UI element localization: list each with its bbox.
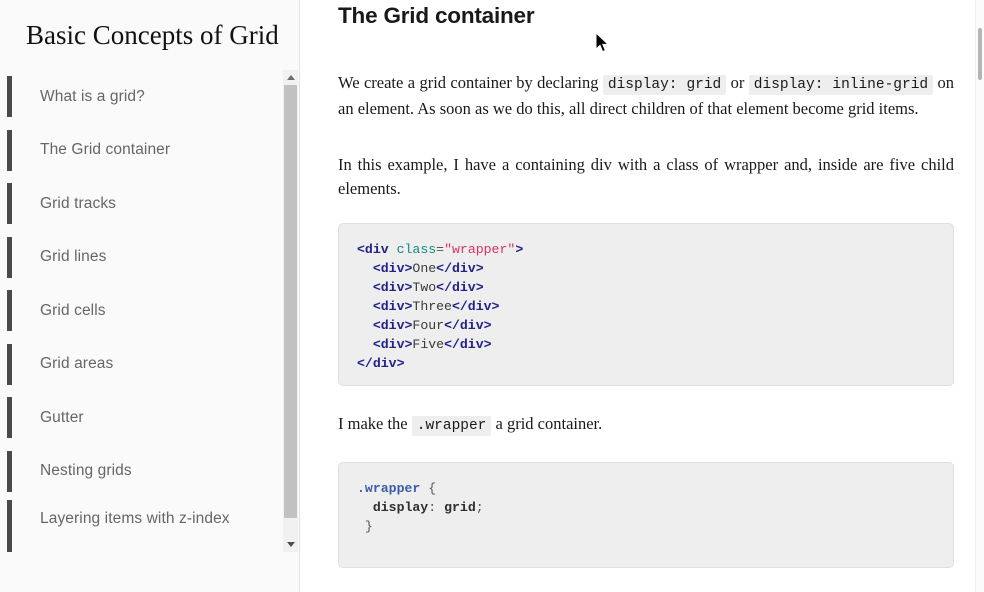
sidebar-item-grid-areas[interactable]: Grid areas <box>0 338 286 392</box>
code-token-tag: </div> <box>436 261 484 276</box>
sidebar-item-accent-bar <box>7 236 12 278</box>
sidebar-item-label: Grid lines <box>40 248 107 266</box>
code-token-txt: Five <box>412 337 445 352</box>
sidebar-item-accent-bar <box>7 76 12 117</box>
code-block-html[interactable]: <div class="wrapper"> <div>One</div> <di… <box>338 223 954 386</box>
paragraph-wrapper-text-1: I make the <box>338 414 412 433</box>
sidebar-item-label: Layering items with z-index <box>40 510 230 527</box>
code-token-tag: <div> <box>372 318 413 333</box>
inline-code-display-grid: display: grid <box>602 75 727 95</box>
paragraph-intro-text-2: or <box>726 73 749 92</box>
sidebar-item-label: Nesting grids <box>40 462 132 480</box>
sidebar-item-label: What is a grid? <box>40 87 145 105</box>
sidebar-title: Basic Concepts of Grid <box>26 20 279 50</box>
sidebar-scrollbar[interactable] <box>283 70 298 552</box>
code-token-val: grid <box>444 500 476 515</box>
code-token-str: "wrapper" <box>444 242 516 257</box>
code-token-txt: One <box>412 261 437 276</box>
inline-code-wrapper: .wrapper <box>411 416 492 436</box>
sidebar-item-nesting-grids[interactable]: Nesting grids <box>0 445 286 499</box>
code-token-punc: { <box>428 481 437 496</box>
page-root: Basic Concepts of Grid What is a grid? Th… <box>0 0 984 592</box>
sidebar-item-accent-bar <box>7 450 12 492</box>
code-token-tag: <div> <box>372 280 413 295</box>
scroll-up-arrow-icon[interactable] <box>283 70 298 85</box>
code-token-punc: } <box>364 519 373 534</box>
main-scrollbar-thumb[interactable] <box>978 28 982 80</box>
sidebar: Basic Concepts of Grid What is a grid? Th… <box>0 0 300 592</box>
code-token-punc: ; <box>475 500 484 515</box>
main-scrollbar[interactable] <box>975 0 984 592</box>
sidebar-item-the-grid-container[interactable]: The Grid container <box>0 124 286 178</box>
paragraph-wrapper: I make the .wrapper a grid container. <box>338 412 954 438</box>
sidebar-item-accent-bar <box>7 397 12 438</box>
code-token-txt: Three <box>412 299 452 314</box>
code-token-sel: .wrapper <box>357 481 421 496</box>
code-token-tag: <div> <box>372 261 413 276</box>
code-token-punc: = <box>436 242 445 257</box>
main-content: The Grid container We create a grid cont… <box>300 0 984 592</box>
inline-code-display-inline-grid: display: inline-grid <box>748 75 934 95</box>
paragraph-wrapper-text-2: a grid container. <box>491 414 603 433</box>
sidebar-nav-list: What is a grid? The Grid container Grid tr… <box>0 70 286 552</box>
code-token-tag: </div> <box>444 337 492 352</box>
sidebar-item-layering-items-with-z-index[interactable]: Layering items with z-index <box>0 498 286 552</box>
sidebar-item-label: Grid cells <box>40 301 106 319</box>
code-token-tag: <div <box>357 242 389 257</box>
sidebar-item-grid-tracks[interactable]: Grid tracks <box>0 177 286 231</box>
page-title: The Grid container <box>338 3 535 28</box>
sidebar-item-accent-bar <box>7 290 12 331</box>
sidebar-item-gutter[interactable]: Gutter <box>0 391 286 445</box>
sidebar-scrollbar-thumb[interactable] <box>284 85 297 518</box>
code-token-txt: Four <box>412 318 445 333</box>
code-token-tag: </div> <box>451 299 500 314</box>
paragraph-example: In this example, I have a containing div… <box>338 155 954 198</box>
code-token-punc: : <box>428 500 437 515</box>
code-token-tag: </div> <box>444 318 492 333</box>
code-token-attr: class <box>396 242 437 257</box>
sidebar-item-label: Grid areas <box>40 355 114 373</box>
sidebar-item-label: Grid tracks <box>40 194 117 212</box>
code-token-tag: </div> <box>357 356 405 371</box>
code-block-css[interactable]: .wrapper { display: grid; } <box>338 462 954 568</box>
paragraph-intro: We create a grid container by declaring … <box>338 71 954 121</box>
scroll-down-arrow-icon[interactable] <box>283 537 298 552</box>
code-token-tag: <div> <box>372 299 413 314</box>
code-token-prop: display <box>372 500 429 515</box>
sidebar-item-accent-bar <box>7 183 12 224</box>
code-token-txt: Two <box>412 280 437 295</box>
sidebar-item-label: Gutter <box>40 408 84 426</box>
sidebar-item-accent-bar <box>7 129 12 171</box>
paragraph-intro-text-1: We create a grid container by declaring <box>338 73 603 92</box>
sidebar-nav-scroll-region[interactable]: What is a grid? The Grid container Grid tr… <box>0 70 299 552</box>
sidebar-item-grid-lines[interactable]: Grid lines <box>0 231 286 285</box>
sidebar-item-label: The Grid container <box>40 141 171 159</box>
sidebar-item-accent-bar <box>7 343 12 385</box>
code-token-tag: <div> <box>372 337 413 352</box>
sidebar-item-grid-cells[interactable]: Grid cells <box>0 284 286 338</box>
code-token-tag: </div> <box>436 280 484 295</box>
sidebar-item-accent-bar <box>7 500 12 552</box>
code-token-tag: > <box>515 242 524 257</box>
sidebar-item-what-is-a-grid[interactable]: What is a grid? <box>0 70 286 124</box>
